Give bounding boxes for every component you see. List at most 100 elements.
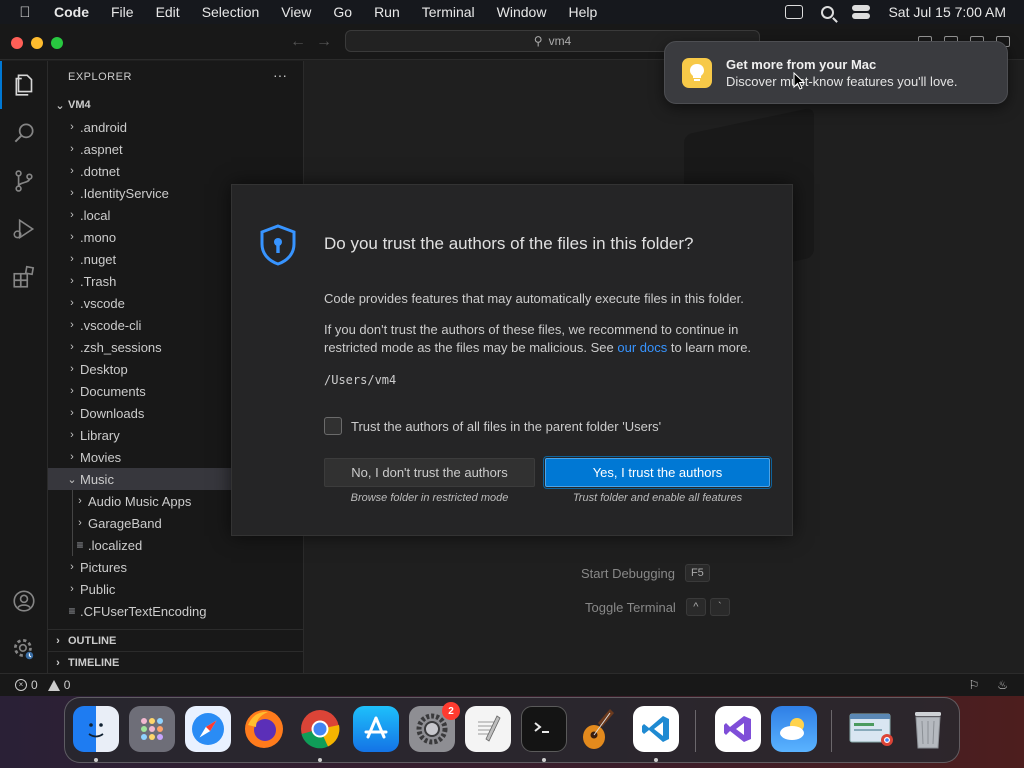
- dont-trust-button[interactable]: No, I don't trust the authors: [324, 458, 535, 487]
- chevron-right-icon: ›: [70, 143, 74, 155]
- screen-mirroring-icon[interactable]: [785, 5, 804, 19]
- vscode-icon[interactable]: [633, 706, 679, 752]
- tree-item[interactable]: › .aspnet: [48, 138, 304, 160]
- tree-item[interactable]: › Public: [48, 578, 304, 600]
- menu-app-code[interactable]: Code: [50, 4, 100, 20]
- running-indicator: [318, 758, 322, 762]
- tree-item[interactable]: › Pictures: [48, 556, 304, 578]
- launchpad-icon[interactable]: [129, 706, 175, 752]
- chrome-window-thumbnail-icon[interactable]: [849, 706, 895, 752]
- system-settings-icon[interactable]: 2: [409, 702, 460, 752]
- explorer-header: EXPLORER: [68, 71, 132, 83]
- chevron-right-icon: ›: [70, 165, 74, 177]
- workspace-trust-dialog: Do you trust the authors of the files in…: [231, 184, 793, 536]
- close-window-button[interactable]: [11, 37, 23, 49]
- extensions-icon: [13, 265, 35, 288]
- tree-item[interactable]: › .dotnet: [48, 160, 304, 182]
- minimize-window-button[interactable]: [31, 37, 43, 49]
- extensions-activity[interactable]: [0, 253, 48, 301]
- search-activity[interactable]: [0, 109, 48, 157]
- chevron-right-icon: ›: [78, 495, 82, 507]
- chevron-right-icon: ›: [70, 121, 74, 133]
- menu-file[interactable]: File: [100, 4, 145, 20]
- firefox-icon[interactable]: [241, 706, 287, 752]
- dialog-description: Code provides features that may automati…: [324, 291, 744, 306]
- notification-title: Get more from your Mac: [726, 57, 877, 72]
- spotlight-search-icon[interactable]: [821, 5, 835, 19]
- menu-selection[interactable]: Selection: [191, 4, 271, 20]
- run-debug-activity[interactable]: [0, 205, 48, 253]
- tree-item[interactable]: ≡ .localized: [48, 534, 304, 556]
- tree-item-label: .Trash: [80, 273, 117, 289]
- macos-dock: 2: [64, 697, 960, 763]
- menu-go[interactable]: Go: [322, 4, 363, 20]
- files-icon: [15, 74, 33, 96]
- manage-activity[interactable]: [0, 625, 48, 673]
- tree-item[interactable]: ≡ .CFUserTextEncoding: [48, 600, 304, 622]
- chevron-right-icon: ›: [70, 275, 74, 287]
- forward-arrow-icon[interactable]: →: [316, 33, 332, 51]
- tree-root-vm4[interactable]: ⌄ VM4: [48, 94, 304, 116]
- shortcut-toggle-terminal: Toggle Terminal ^ `: [585, 598, 730, 616]
- chevron-right-icon: ›: [70, 187, 74, 199]
- terminal-icon[interactable]: [521, 706, 567, 752]
- chevron-right-icon: ›: [56, 656, 60, 669]
- macos-menu-bar:  Code File Edit Selection View Go Run T…: [0, 0, 1024, 24]
- tree-item-label: Documents: [80, 383, 146, 399]
- feedback-icon[interactable]: ⚐: [968, 678, 979, 692]
- safari-icon[interactable]: [185, 706, 231, 752]
- chevron-right-icon: ›: [70, 297, 74, 309]
- dock-separator: [831, 710, 832, 752]
- apple-menu-icon[interactable]: : [0, 4, 50, 21]
- weather-icon[interactable]: [771, 706, 817, 752]
- chrome-icon[interactable]: [297, 706, 343, 752]
- warning-count: 0: [63, 678, 71, 692]
- running-indicator: [542, 758, 546, 762]
- menu-view[interactable]: View: [270, 4, 322, 20]
- menu-window[interactable]: Window: [486, 4, 558, 20]
- activity-bar: [0, 61, 48, 673]
- menu-terminal[interactable]: Terminal: [411, 4, 486, 20]
- trust-parent-label[interactable]: Trust the authors of all files in the pa…: [351, 419, 661, 434]
- shortcut-key: F5: [684, 564, 710, 582]
- control-center-icon[interactable]: [852, 5, 871, 19]
- trash-icon[interactable]: [905, 706, 951, 752]
- our-docs-link[interactable]: our docs: [617, 340, 667, 355]
- zoom-window-button[interactable]: [51, 37, 63, 49]
- menu-help[interactable]: Help: [557, 4, 608, 20]
- visual-studio-icon[interactable]: [715, 706, 761, 752]
- macos-notification[interactable]: Get more from your Mac Discover must-kno…: [664, 41, 1008, 104]
- notifications-bell-icon[interactable]: ♨: [997, 678, 1008, 692]
- trust-authors-button[interactable]: Yes, I trust the authors: [543, 456, 772, 489]
- tree-item-label: Library: [80, 427, 120, 443]
- garageband-icon[interactable]: [577, 706, 623, 752]
- app-store-icon[interactable]: [353, 706, 399, 752]
- tree-item-label: .local: [80, 207, 111, 223]
- outline-section[interactable]: › OUTLINE: [48, 629, 304, 651]
- indent-guide: [72, 534, 73, 556]
- source-control-activity[interactable]: [0, 157, 48, 205]
- menu-run[interactable]: Run: [363, 4, 411, 20]
- problems-status[interactable]: × 0 0: [15, 678, 70, 692]
- back-arrow-icon[interactable]: ←: [290, 33, 306, 51]
- explorer-more-actions-icon[interactable]: ···: [273, 67, 287, 83]
- dock-separator: [695, 710, 696, 752]
- timeline-section[interactable]: › TIMELINE: [48, 651, 304, 673]
- dialog-title: Do you trust the authors of the files in…: [324, 234, 694, 253]
- tree-item[interactable]: › .android: [48, 116, 304, 138]
- chevron-right-icon: ›: [70, 583, 74, 595]
- tree-item-label: .android: [80, 119, 127, 135]
- menu-edit[interactable]: Edit: [145, 4, 191, 20]
- chevron-right-icon: ›: [78, 517, 82, 529]
- chevron-down-icon: ⌄: [67, 473, 77, 486]
- finder-icon[interactable]: [73, 706, 119, 752]
- trust-parent-checkbox[interactable]: [324, 417, 342, 435]
- chevron-right-icon: ›: [70, 231, 74, 243]
- explorer-activity[interactable]: [0, 61, 48, 109]
- dialog-warning-text: If you don't trust the authors of these …: [324, 321, 784, 357]
- tree-item-label: Music: [80, 471, 114, 487]
- menu-bar-clock[interactable]: Sat Jul 15 7:00 AM: [888, 4, 1006, 20]
- accounts-activity[interactable]: [0, 577, 48, 625]
- textedit-icon[interactable]: [465, 706, 511, 752]
- notification-badge: 2: [442, 702, 460, 720]
